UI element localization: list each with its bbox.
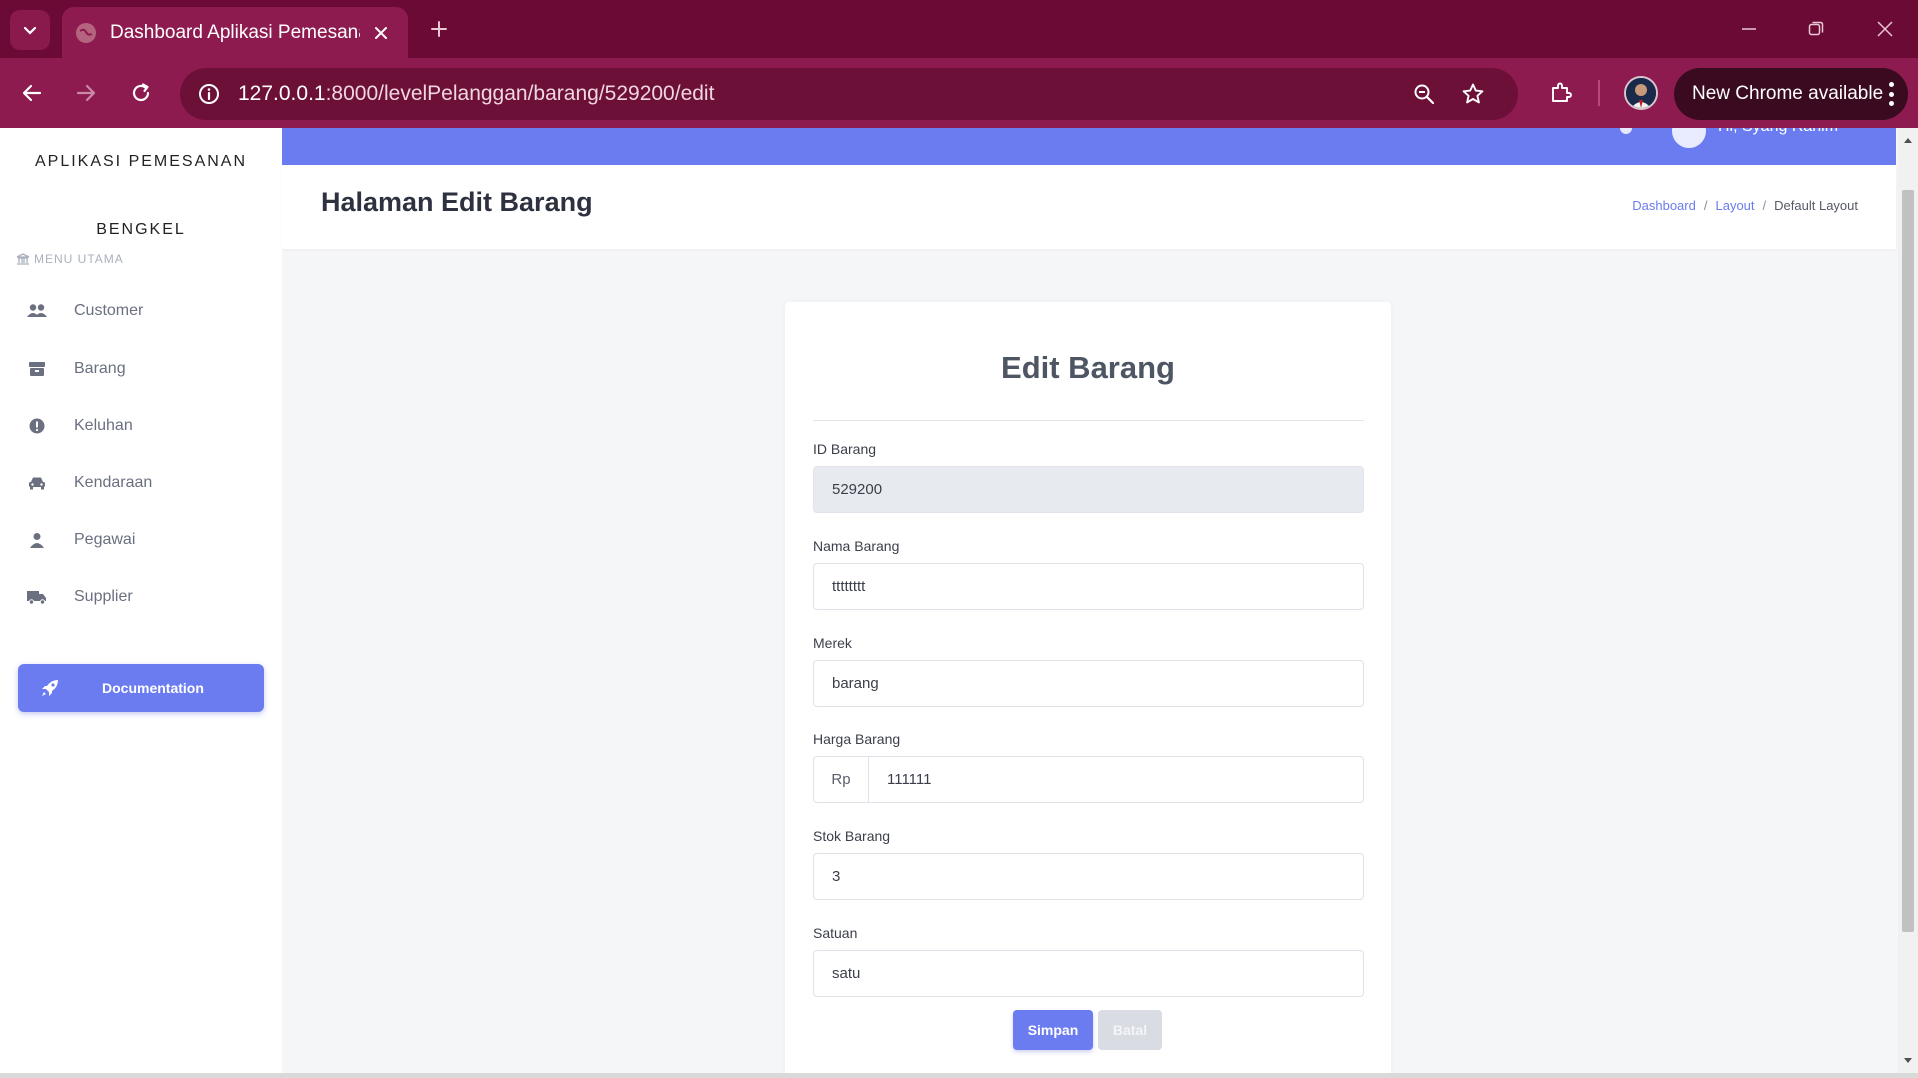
close-tab-icon[interactable] xyxy=(368,20,394,46)
box-icon xyxy=(26,358,48,380)
sidebar-item-supplier[interactable]: Supplier xyxy=(26,582,133,612)
nama-barang-label: Nama Barang xyxy=(813,538,900,554)
profile-avatar[interactable] xyxy=(1624,76,1658,110)
menu-heading-label: MENU UTAMA xyxy=(34,252,124,266)
page-title: Halaman Edit Barang xyxy=(321,187,593,217)
brand-subtitle: BENGKEL xyxy=(96,221,186,238)
currency-prefix: Rp xyxy=(813,756,869,803)
sidebar-item-label: Barang xyxy=(74,360,126,377)
bank-icon xyxy=(16,253,30,265)
sidebar: APLIKASI PEMESANAN BENGKEL MENU UTAMA Cu… xyxy=(0,128,282,1073)
users-icon xyxy=(26,300,48,322)
tab-search-button[interactable] xyxy=(10,10,50,50)
top-navbar: Hi, Syang Rahim xyxy=(282,128,1896,165)
merek-input[interactable]: barang xyxy=(813,660,1364,707)
merek-label: Merek xyxy=(813,635,852,651)
nama-barang-input[interactable]: tttttttt xyxy=(813,563,1364,610)
window-bottom-edge xyxy=(0,1073,1918,1078)
sidebar-item-label: Customer xyxy=(74,302,144,319)
satuan-input[interactable]: satu xyxy=(813,950,1364,997)
id-barang-input[interactable]: 529200 xyxy=(813,466,1364,513)
address-bar[interactable]: 127.0.0.1:8000/levelPelanggan/barang/529… xyxy=(180,68,1518,120)
alert-circle-icon xyxy=(26,415,48,437)
browser-tab-strip: Dashboard Aplikasi Pemesanan xyxy=(0,0,1918,58)
close-window-icon[interactable] xyxy=(1870,14,1900,44)
scrollbar-thumb[interactable] xyxy=(1902,190,1914,932)
bell-icon[interactable] xyxy=(1620,128,1632,134)
new-chrome-available-button[interactable]: New Chrome available xyxy=(1674,68,1908,120)
url-text: 127.0.0.1:8000/levelPelanggan/barang/529… xyxy=(238,82,714,106)
globe-icon xyxy=(76,22,96,43)
stok-barang-label: Stok Barang xyxy=(813,828,891,844)
new-tab-icon[interactable] xyxy=(424,14,454,44)
chevron-down-icon xyxy=(23,26,37,35)
rocket-icon xyxy=(42,680,58,696)
minimize-icon[interactable] xyxy=(1734,14,1764,44)
breadcrumb: Dashboard / Layout / Default Layout xyxy=(1632,198,1858,213)
browser-tab-active[interactable]: Dashboard Aplikasi Pemesanan xyxy=(62,7,408,58)
scroll-down-arrow-icon[interactable] xyxy=(1898,1051,1918,1071)
breadcrumb-layout[interactable]: Layout xyxy=(1715,198,1754,213)
scroll-up-arrow-icon[interactable] xyxy=(1898,130,1918,150)
car-icon xyxy=(26,472,48,494)
harga-barang-input[interactable]: 111111 xyxy=(869,756,1364,803)
save-button[interactable]: Simpan xyxy=(1013,1010,1093,1050)
site-info-icon[interactable] xyxy=(192,77,226,111)
user-icon xyxy=(26,529,48,551)
cancel-button[interactable]: Batal xyxy=(1098,1010,1162,1050)
menu-heading: MENU UTAMA xyxy=(16,252,124,266)
page-viewport: APLIKASI PEMESANAN BENGKEL MENU UTAMA Cu… xyxy=(0,128,1898,1073)
breadcrumb-dashboard[interactable]: Dashboard xyxy=(1632,198,1696,213)
sidebar-item-customer[interactable]: Customer xyxy=(26,296,143,326)
documentation-label: Documentation xyxy=(102,680,204,696)
breadcrumb-separator: / xyxy=(1762,198,1767,213)
url-path: :8000/levelPelanggan/barang/529200/edit xyxy=(325,82,715,105)
sidebar-item-label: Kendaraan xyxy=(74,474,153,491)
zoom-icon[interactable] xyxy=(1408,78,1440,110)
harga-barang-label: Harga Barang xyxy=(813,731,901,747)
bookmark-star-icon[interactable] xyxy=(1457,78,1489,110)
form-title: Edit Barang xyxy=(1001,350,1175,385)
back-arrow-icon[interactable] xyxy=(14,75,50,111)
satuan-label: Satuan xyxy=(813,925,858,941)
update-label: New Chrome available xyxy=(1692,83,1884,104)
sidebar-item-kendaraan[interactable]: Kendaraan xyxy=(26,468,152,498)
sidebar-item-label: Pegawai xyxy=(74,531,136,548)
url-host: 127.0.0.1 xyxy=(238,82,326,105)
tab-title: Dashboard Aplikasi Pemesanan xyxy=(110,21,360,43)
restore-icon[interactable] xyxy=(1801,14,1831,44)
id-barang-label: ID Barang xyxy=(813,441,877,457)
sidebar-item-label: Supplier xyxy=(74,588,133,605)
sidebar-item-barang[interactable]: Barang xyxy=(26,354,126,384)
user-avatar[interactable] xyxy=(1672,128,1706,148)
more-vert-icon[interactable] xyxy=(1888,82,1894,106)
reload-icon[interactable] xyxy=(123,75,159,111)
documentation-button[interactable]: Documentation xyxy=(18,664,264,712)
toolbar-separator xyxy=(1598,80,1600,106)
stok-barang-input[interactable]: 3 xyxy=(813,853,1364,900)
extensions-icon[interactable] xyxy=(1543,75,1579,111)
page-scrollbar[interactable] xyxy=(1898,128,1918,1073)
breadcrumb-current: Default Layout xyxy=(1774,198,1858,213)
sidebar-item-keluhan[interactable]: Keluhan xyxy=(26,411,133,441)
edit-barang-card: Edit Barang ID Barang 529200 Nama Barang… xyxy=(785,302,1391,1073)
brand-title[interactable]: APLIKASI PEMESANAN xyxy=(0,153,282,171)
truck-icon xyxy=(26,586,48,608)
divider xyxy=(813,420,1364,421)
sidebar-item-pegawai[interactable]: Pegawai xyxy=(26,525,135,555)
page-header: Halaman Edit Barang Dashboard / Layout /… xyxy=(282,165,1896,249)
harga-barang-group: Rp 111111 xyxy=(813,756,1364,803)
forward-arrow-icon[interactable] xyxy=(68,75,104,111)
breadcrumb-separator: / xyxy=(1703,198,1708,213)
user-greeting[interactable]: Hi, Syang Rahim xyxy=(1718,128,1838,136)
sidebar-item-label: Keluhan xyxy=(74,417,133,434)
browser-toolbar: 127.0.0.1:8000/levelPelanggan/barang/529… xyxy=(0,58,1918,128)
